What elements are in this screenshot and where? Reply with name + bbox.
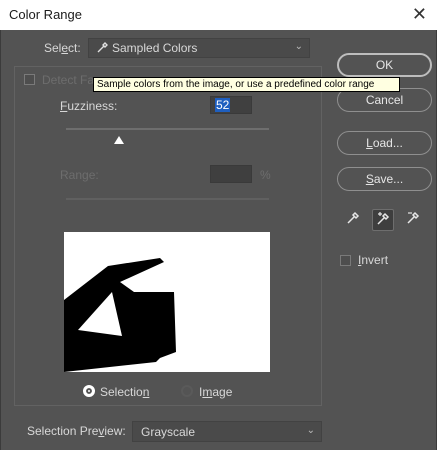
- radio-image[interactable]: [181, 385, 193, 397]
- selection-preview-image: [64, 232, 270, 372]
- eyedropper-icon: [97, 42, 108, 53]
- eyedropper-plus-icon[interactable]: [372, 209, 394, 231]
- selection-mask-graphic: [64, 232, 270, 372]
- range-input[interactable]: [210, 165, 252, 183]
- selection-preview-value: Grayscale: [141, 425, 196, 439]
- eyedropper-minus-icon[interactable]: [402, 209, 424, 231]
- fuzziness-label: Fuzziness:: [60, 99, 118, 113]
- eyedropper-icon[interactable]: [342, 209, 364, 231]
- title-bar: Color Range ✕: [0, 0, 437, 30]
- fuzziness-input[interactable]: 52: [210, 96, 252, 114]
- chevron-down-icon: ⌄: [306, 425, 315, 436]
- range-slider-track: [66, 198, 269, 200]
- detect-faces-checkbox[interactable]: [24, 74, 35, 85]
- chevron-down-icon: ⌄: [294, 41, 303, 52]
- select-dropdown[interactable]: Sampled Colors ⌄: [88, 38, 310, 58]
- select-value: Sampled Colors: [97, 41, 197, 55]
- selection-preview-label: Selection Preview:: [27, 424, 126, 438]
- fuzziness-value: 52: [215, 98, 231, 112]
- fuzziness-slider-track[interactable]: [66, 128, 269, 130]
- radio-selection[interactable]: [83, 385, 95, 397]
- window-title: Color Range: [9, 7, 82, 22]
- select-label: Select:: [44, 41, 81, 55]
- invert-checkbox[interactable]: [340, 255, 351, 266]
- close-icon[interactable]: ✕: [412, 4, 427, 25]
- invert-label: Invert: [358, 253, 389, 267]
- tooltip: Sample colors from the image, or use a p…: [93, 77, 400, 92]
- fuzziness-slider-thumb[interactable]: [113, 136, 124, 144]
- range-label: Range:: [60, 168, 99, 182]
- detect-faces-label: Detect Fa: [42, 73, 95, 87]
- save-button[interactable]: Save...: [337, 167, 432, 191]
- radio-image-label: Image: [199, 385, 233, 399]
- range-unit: %: [260, 168, 271, 182]
- ok-button[interactable]: OK: [337, 53, 432, 77]
- radio-selection-label: Selection: [100, 385, 150, 399]
- load-button[interactable]: Load...: [337, 131, 432, 155]
- selection-preview-dropdown[interactable]: Grayscale ⌄: [132, 421, 322, 442]
